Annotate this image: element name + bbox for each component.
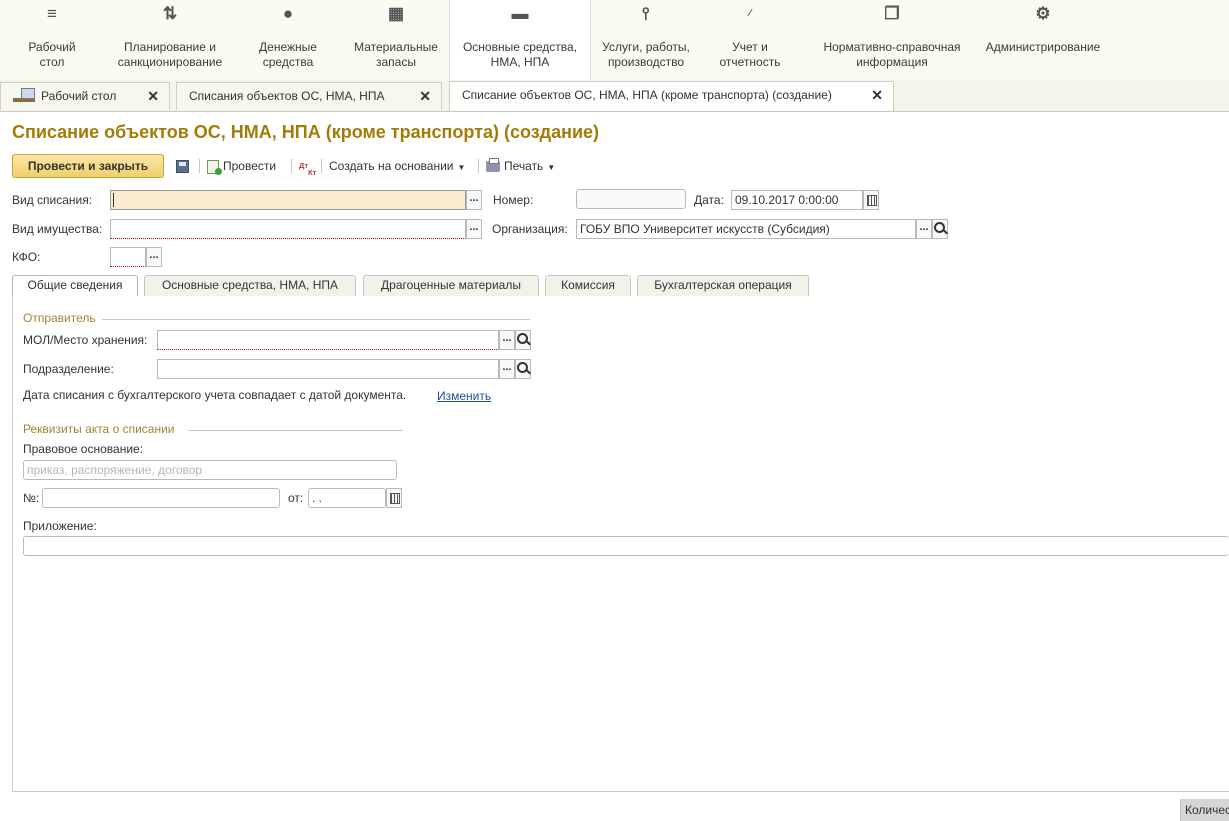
- post-button[interactable]: Провести: [207, 154, 276, 178]
- department-input[interactable]: [157, 359, 499, 379]
- status-corner-label: Количес: [1180, 799, 1229, 821]
- sender-group-title: Отправитель: [23, 311, 96, 325]
- toolbar-divider: [199, 159, 200, 173]
- tools-icon: ⫯: [642, 4, 650, 23]
- act-date-input[interactable]: . .: [308, 488, 386, 508]
- sections-panel: ≡ Рабочий стол ⇅ Планирование и санкцион…: [0, 0, 1229, 81]
- post-and-close-button[interactable]: Провести и закрыть: [12, 154, 164, 178]
- mol-label: МОЛ/Место хранения:: [23, 333, 148, 347]
- select-button[interactable]: ...: [466, 190, 482, 210]
- kfo-input[interactable]: [110, 247, 146, 267]
- act-number-label: №:: [23, 491, 40, 505]
- number-input[interactable]: [576, 189, 686, 209]
- search-button[interactable]: [515, 359, 531, 379]
- open-windows-tabstrip: Рабочий стол ✕ Списания объектов ОС, НМА…: [0, 80, 1229, 112]
- inventory-grid-icon: ▦: [387, 4, 405, 23]
- print-button[interactable]: Печать ▼: [486, 154, 555, 178]
- number-label: Номер:: [493, 193, 534, 207]
- truck-icon: ▬: [511, 4, 529, 23]
- write-off-type-label: Вид списания:: [12, 193, 93, 207]
- post-document-icon: [207, 159, 222, 175]
- dropdown-caret-icon: ▼: [457, 163, 466, 172]
- menu-lines-icon: ≡: [47, 4, 57, 23]
- close-icon[interactable]: ✕: [871, 82, 883, 109]
- section-services[interactable]: ⫯ Услуги, работы, производство: [594, 0, 698, 80]
- select-button[interactable]: ...: [146, 247, 162, 267]
- gear-icon: ⚙: [1035, 4, 1051, 23]
- kfo-label: КФО:: [12, 250, 41, 264]
- act-date-label: от:: [288, 491, 304, 505]
- toolbar-divider: [478, 159, 479, 173]
- organization-input[interactable]: ГОБУ ВПО Университет искусств (Субсидия): [576, 219, 916, 239]
- desktop-icon: [13, 87, 35, 102]
- group-divider: [102, 319, 530, 320]
- select-button[interactable]: ...: [499, 330, 515, 350]
- write-off-date-note: Дата списания с бухгалтерского учета сов…: [23, 388, 407, 402]
- act-group-title: Реквизиты акта о списании: [23, 422, 175, 436]
- group-divider: [188, 430, 403, 431]
- close-icon[interactable]: ✕: [147, 83, 159, 110]
- select-button[interactable]: ...: [916, 219, 932, 239]
- section-fixed-assets[interactable]: ▬ Основные средства, НМА, НПА: [449, 0, 591, 81]
- mol-input[interactable]: [157, 330, 499, 350]
- toolbar-divider: [321, 159, 322, 173]
- section-administration[interactable]: ⚙ Администрирование: [980, 0, 1106, 80]
- close-icon[interactable]: ✕: [419, 83, 431, 110]
- section-cash[interactable]: ● Денежные средства: [244, 0, 332, 80]
- page-title: Списание объектов ОС, НМА, НПА (кроме тр…: [12, 122, 600, 142]
- search-button[interactable]: [515, 330, 531, 350]
- calendar-icon[interactable]: [863, 190, 879, 210]
- tab-commission[interactable]: Комиссия: [545, 275, 631, 296]
- attachment-input[interactable]: [23, 536, 1229, 556]
- section-desktop[interactable]: ≡ Рабочий стол: [10, 0, 94, 80]
- reference-book-icon: ❐: [884, 4, 900, 23]
- dt-kt-button[interactable]: ДтКт: [299, 154, 316, 178]
- ruble-coin-icon: ●: [282, 4, 294, 23]
- form-tabs: Общие сведения Основные средства, НМА, Н…: [12, 275, 1229, 297]
- legal-basis-label: Правовое основание:: [23, 442, 144, 456]
- date-label: Дата:: [694, 193, 724, 207]
- tab-desktop[interactable]: Рабочий стол ✕: [0, 82, 170, 110]
- save-button[interactable]: [176, 154, 189, 178]
- search-icon: [516, 362, 528, 373]
- search-icon: [516, 333, 528, 344]
- section-accounting[interactable]: ⁄ Учет и отчетность: [712, 0, 788, 80]
- printer-icon: [486, 158, 500, 173]
- change-date-link[interactable]: Изменить: [437, 388, 491, 404]
- tab-accounting-operation[interactable]: Бухгалтерская операция: [637, 275, 809, 296]
- dt-kt-icon: ⁄: [749, 8, 751, 19]
- planning-icon: ⇅: [162, 4, 178, 23]
- tab-fixed-assets[interactable]: Основные средства, НМА, НПА: [144, 275, 356, 296]
- search-icon: [933, 222, 945, 233]
- organization-label: Организация:: [492, 222, 568, 236]
- department-label: Подразделение:: [23, 362, 114, 376]
- attachment-label: Приложение:: [23, 519, 97, 533]
- select-button[interactable]: ...: [499, 359, 515, 379]
- legal-basis-input[interactable]: приказ, распоряжение, договор: [23, 460, 397, 480]
- tab-write-off-create[interactable]: Списание объектов ОС, НМА, НПА (кроме тр…: [449, 81, 894, 111]
- dt-kt-icon: ДтКт: [299, 161, 317, 177]
- date-input[interactable]: 09.10.2017 0:00:00: [731, 190, 863, 210]
- create-based-on-button[interactable]: Создать на основании ▼: [329, 154, 465, 178]
- section-inventory[interactable]: ▦ Материальные запасы: [348, 0, 444, 80]
- calendar-icon[interactable]: [386, 488, 402, 508]
- section-reference[interactable]: ❐ Нормативно-справочная информация: [818, 0, 966, 80]
- select-button[interactable]: ...: [466, 219, 482, 239]
- act-number-input[interactable]: [42, 488, 280, 508]
- dropdown-caret-icon: ▼: [547, 163, 556, 172]
- tab-precious-materials[interactable]: Драгоценные материалы: [363, 275, 539, 296]
- toolbar-divider: [291, 159, 292, 173]
- save-disk-icon: [176, 160, 189, 174]
- search-button[interactable]: [932, 219, 948, 239]
- write-off-type-input[interactable]: [110, 190, 466, 210]
- property-type-input[interactable]: [110, 219, 466, 239]
- tab-general[interactable]: Общие сведения: [12, 275, 138, 297]
- tab-write-off-list[interactable]: Списания объектов ОС, НМА, НПА ✕: [176, 82, 442, 110]
- property-type-label: Вид имущества:: [12, 222, 103, 236]
- section-planning[interactable]: ⇅ Планирование и санкционирование: [108, 0, 232, 80]
